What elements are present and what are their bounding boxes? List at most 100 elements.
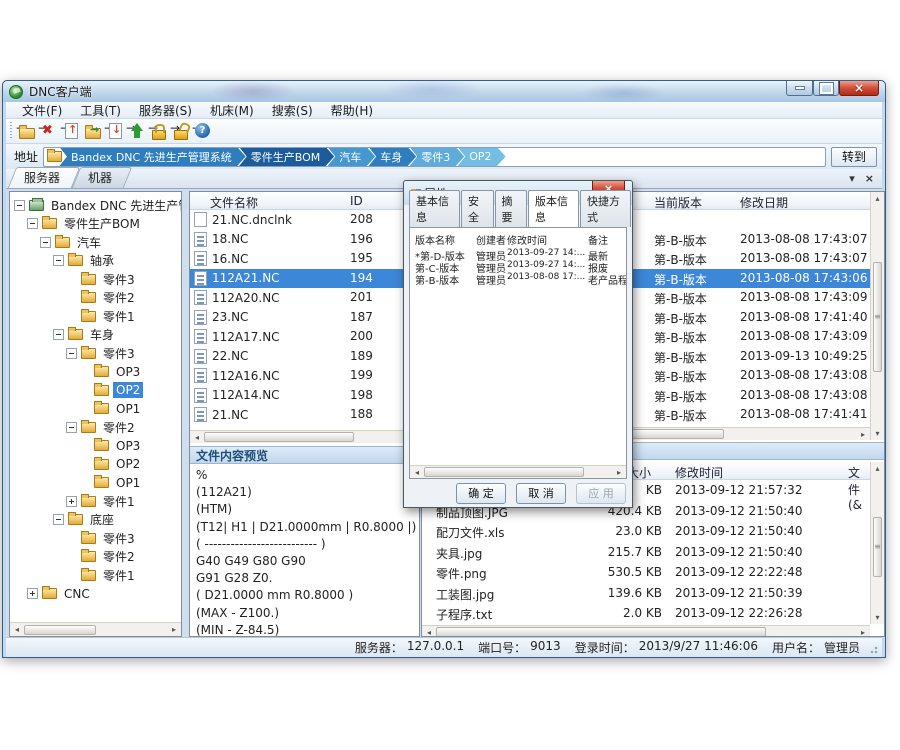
apply-button[interactable]: 应 用 — [576, 483, 626, 504]
breadcrumb-item[interactable]: OP2 — [457, 147, 505, 167]
scroll-thumb[interactable] — [204, 432, 354, 442]
scroll-down-icon[interactable]: ▾ — [871, 611, 884, 624]
tree-node[interactable]: 零件生产BOM — [10, 215, 181, 234]
expander-icon[interactable] — [40, 237, 51, 248]
expander-icon[interactable] — [66, 496, 77, 507]
related-file-row[interactable]: 子程序.txt 2.0 KB 2013-09-12 22:26:28 — [422, 603, 870, 624]
toolbar-icon[interactable]: → — [148, 121, 170, 141]
scroll-right-icon[interactable]: ▸ — [167, 625, 181, 634]
breadcrumb-item[interactable]: 零件生产BOM — [239, 147, 335, 167]
minimize-button[interactable] — [786, 81, 813, 96]
scroll-thumb[interactable] — [24, 625, 96, 635]
scroll-right-icon[interactable]: ▸ — [856, 628, 870, 637]
toolbar-icon[interactable]: → — [126, 121, 148, 141]
file-row[interactable]: 22.NC 189 — [190, 347, 419, 367]
column-modify-date[interactable]: 修改日期 — [740, 194, 788, 211]
breadcrumb-item[interactable]: 零件3 — [409, 147, 464, 167]
expander-icon[interactable] — [27, 588, 38, 599]
file-row[interactable]: 16.NC 195 — [190, 249, 419, 269]
tree-node[interactable]: 零件3 — [10, 529, 181, 548]
file-row[interactable]: 112A17.NC 200 — [190, 327, 419, 347]
scroll-thumb[interactable] — [873, 262, 882, 372]
version-table-row[interactable]: 第-B-版本 管理员 2013-08-08 17:... 老产品程序 — [410, 272, 626, 284]
file-row[interactable]: 112A21.NC 194 — [190, 269, 419, 289]
menu-item[interactable]: 机床(M) — [202, 101, 262, 120]
tab-machine[interactable]: 机器 — [76, 167, 128, 188]
close-pane-icon[interactable]: × — [865, 172, 874, 185]
tree-node[interactable]: Bandex DNC 先进生产管理系 — [10, 196, 181, 215]
tree-node[interactable]: 零件1 — [10, 566, 181, 585]
dialog-tab[interactable]: 安全 — [461, 190, 494, 227]
column-modify-time[interactable]: 修改时间 — [507, 232, 547, 247]
tree-node[interactable]: 轴承 — [10, 252, 181, 271]
close-button[interactable]: × — [839, 81, 879, 96]
dialog-tab[interactable]: 版本信息 — [528, 190, 579, 228]
expander-icon[interactable] — [53, 329, 64, 340]
breadcrumb-item[interactable]: 汽车 — [327, 147, 375, 167]
scroll-left-icon[interactable]: ◂ — [10, 625, 24, 634]
column-note[interactable]: 备注 — [588, 232, 608, 247]
cancel-button[interactable]: 取 消 — [516, 483, 566, 504]
tree-node[interactable]: OP3 — [10, 363, 181, 382]
scroll-thumb[interactable] — [424, 467, 584, 477]
version-vertical-scrollbar[interactable]: ▴ ▾ — [870, 192, 884, 440]
file-list-horizontal-scrollbar[interactable]: ◂ ▸ — [190, 430, 419, 443]
related-file-row[interactable]: 零件.png 530.5 KB 2013-09-12 22:22:48 — [422, 562, 870, 583]
scroll-up-icon[interactable]: ▴ — [871, 462, 884, 475]
title-bar[interactable]: DNC客户端 × — [3, 81, 885, 102]
scroll-right-icon[interactable]: ▸ — [612, 468, 626, 477]
column-file-name[interactable]: 文件名称 — [210, 194, 258, 211]
dialog-horizontal-scrollbar[interactable]: ◂ ▸ — [410, 465, 626, 478]
scroll-left-icon[interactable]: ◂ — [410, 468, 424, 477]
resize-grip[interactable] — [868, 644, 878, 654]
toolbar-icon[interactable]: → — [192, 121, 214, 141]
menu-item[interactable]: 服务器(S) — [131, 101, 200, 120]
menu-item[interactable]: 工具(T) — [72, 101, 129, 120]
toolbar-icon[interactable]: → — [38, 121, 60, 141]
related-file-row[interactable]: 夹具.jpg 215.7 KB 2013-09-12 21:50:40 — [422, 542, 870, 563]
tree-node[interactable]: 零件1 — [10, 307, 181, 326]
file-row[interactable]: 18.NC 196 — [190, 230, 419, 250]
scroll-up-icon[interactable]: ▴ — [871, 192, 884, 205]
expander-icon[interactable] — [27, 218, 38, 229]
tree-node[interactable]: 零件2 — [10, 418, 181, 437]
tree-node[interactable]: 零件1 — [10, 492, 181, 511]
expander-icon[interactable] — [53, 255, 64, 266]
column-id[interactable]: ID — [350, 194, 363, 208]
menu-item[interactable]: 文件(F) — [14, 101, 70, 120]
chevron-down-icon[interactable]: ▾ — [849, 172, 855, 185]
expander-icon[interactable] — [14, 200, 25, 211]
column-modify-time[interactable]: 修改时间 — [675, 464, 723, 481]
dialog-tab[interactable]: 快捷方式 — [580, 190, 631, 227]
dialog-tab[interactable]: 基本信息 — [409, 190, 460, 227]
maximize-button[interactable] — [813, 81, 839, 96]
related-vertical-scrollbar[interactable]: ▴ ▾ — [870, 462, 884, 624]
dialog-tab[interactable]: 摘要 — [495, 190, 528, 227]
scroll-thumb[interactable] — [873, 517, 882, 577]
related-horizontal-scrollbar[interactable]: ◂ ▸ — [422, 625, 870, 637]
toolbar-icon[interactable]: → — [16, 121, 38, 141]
scroll-left-icon[interactable]: ◂ — [422, 628, 436, 637]
tree-node[interactable]: 零件2 — [10, 548, 181, 567]
version-table-row[interactable]: 第-C-版本 管理员 2013-09-27 14:... 报废 — [410, 260, 626, 272]
tree-node[interactable]: CNC — [10, 585, 181, 604]
scroll-left-icon[interactable]: ◂ — [190, 433, 204, 442]
tree-node[interactable]: OP3 — [10, 437, 181, 456]
toolbar-icon[interactable]: → — [82, 121, 104, 141]
tree-node[interactable]: 底座 — [10, 511, 181, 530]
tree-node[interactable]: 汽车 — [10, 233, 181, 252]
tree-node[interactable]: 零件3 — [10, 344, 181, 363]
related-file-row[interactable]: 配刀文件.xls 23.0 KB 2013-09-12 21:50:40 — [422, 521, 870, 542]
scroll-down-icon[interactable]: ▾ — [871, 427, 884, 440]
tree-node[interactable]: OP2 — [10, 455, 181, 474]
tree-node[interactable]: OP1 — [10, 400, 181, 419]
menu-item[interactable]: 帮助(H) — [323, 101, 381, 120]
file-row[interactable]: 112A16.NC 199 — [190, 366, 419, 386]
toolbar-icon[interactable]: → — [170, 121, 192, 141]
expander-icon[interactable] — [66, 422, 77, 433]
expander-icon[interactable] — [66, 348, 77, 359]
tree-node[interactable]: OP2 — [10, 381, 181, 400]
file-row[interactable]: 23.NC 187 — [190, 308, 419, 328]
column-version-name[interactable]: 版本名称 — [415, 232, 455, 247]
address-input[interactable]: Bandex DNC 先进生产管理系统零件生产BOM汽车车身零件3OP2 — [43, 147, 826, 167]
